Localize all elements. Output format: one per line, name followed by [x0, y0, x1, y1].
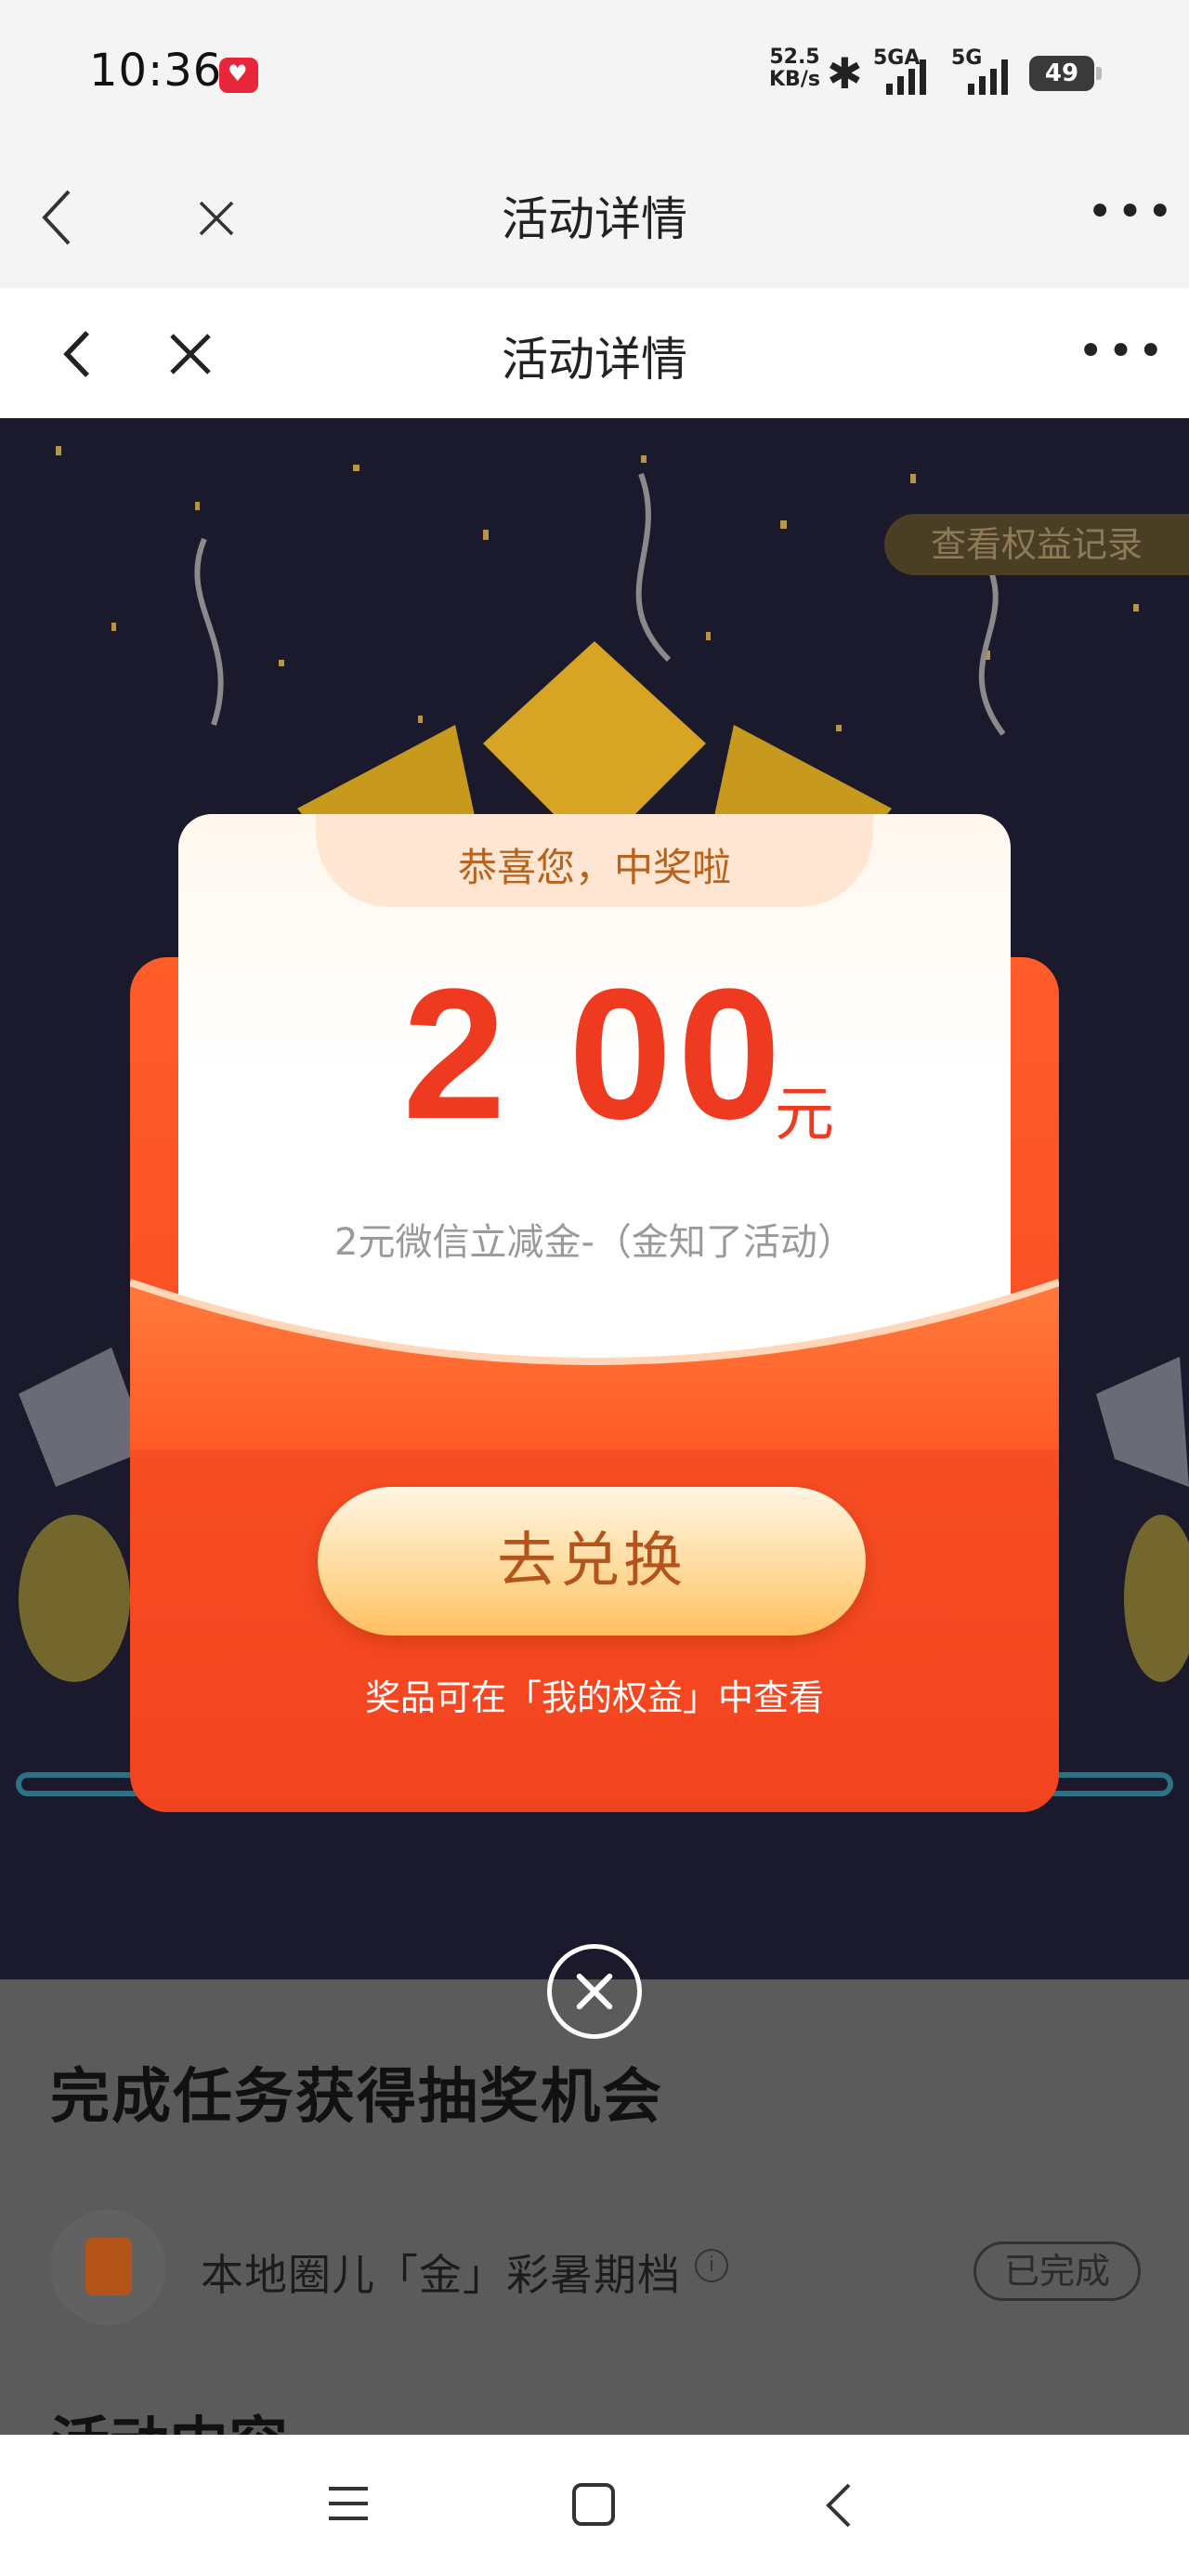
congrats-text: 恭喜您，中奖啦 [457, 845, 731, 890]
info-icon[interactable]: i [695, 2249, 728, 2282]
prize-unit: 元 [775, 1081, 834, 1150]
home-icon[interactable] [570, 2481, 617, 2528]
back-nav-icon[interactable] [823, 2481, 856, 2530]
network-speed-unit: KB/s [769, 68, 820, 91]
task-name[interactable]: 本地圈儿「金」彩暑期档 [201, 2241, 681, 2303]
bluetooth-icon: ✱ [827, 48, 863, 99]
network-speed-value: 52.5 [769, 46, 820, 69]
task-status-badge: 已完成 [973, 2241, 1141, 2301]
more-icon[interactable]: ••• [1078, 325, 1168, 377]
close-dialog-icon[interactable] [547, 1944, 642, 2039]
signal-sim1: 5GA [873, 46, 926, 95]
page-title: 活动详情 [502, 192, 687, 246]
tasks-section-title: 完成任务获得抽奖机会 [50, 2063, 663, 2132]
activity-content-heading-partial: 活动内容 [50, 2398, 288, 2435]
status-time: 10:36 [89, 45, 223, 97]
inner-page-title: 活动详情 [502, 333, 687, 387]
notification-icon [219, 58, 258, 93]
menu-icon[interactable] [325, 2483, 372, 2524]
redeem-hint: 奖品可在「我的权益」中查看 [364, 1677, 824, 1718]
signal-bars-icon [886, 56, 926, 95]
task-clipboard-icon [50, 2210, 165, 2325]
more-icon[interactable]: ••• [1087, 186, 1177, 238]
prize-amount: 2 00 [402, 951, 787, 1158]
view-records-link[interactable]: 查看权益记录 [883, 514, 1189, 575]
dimmed-page-content [0, 1979, 1189, 2435]
network-speed: 52.5 KB/s [769, 46, 820, 91]
redeem-button[interactable]: 去兑换 [318, 1487, 866, 1636]
signal-bars-icon [968, 56, 1008, 95]
signal-sim2: 5G [951, 46, 1008, 95]
envelope-flap [130, 1279, 1059, 1450]
prize-description: 2元微信立减金-（金知了活动） [334, 1221, 855, 1264]
battery-indicator: 49 [1029, 56, 1102, 91]
